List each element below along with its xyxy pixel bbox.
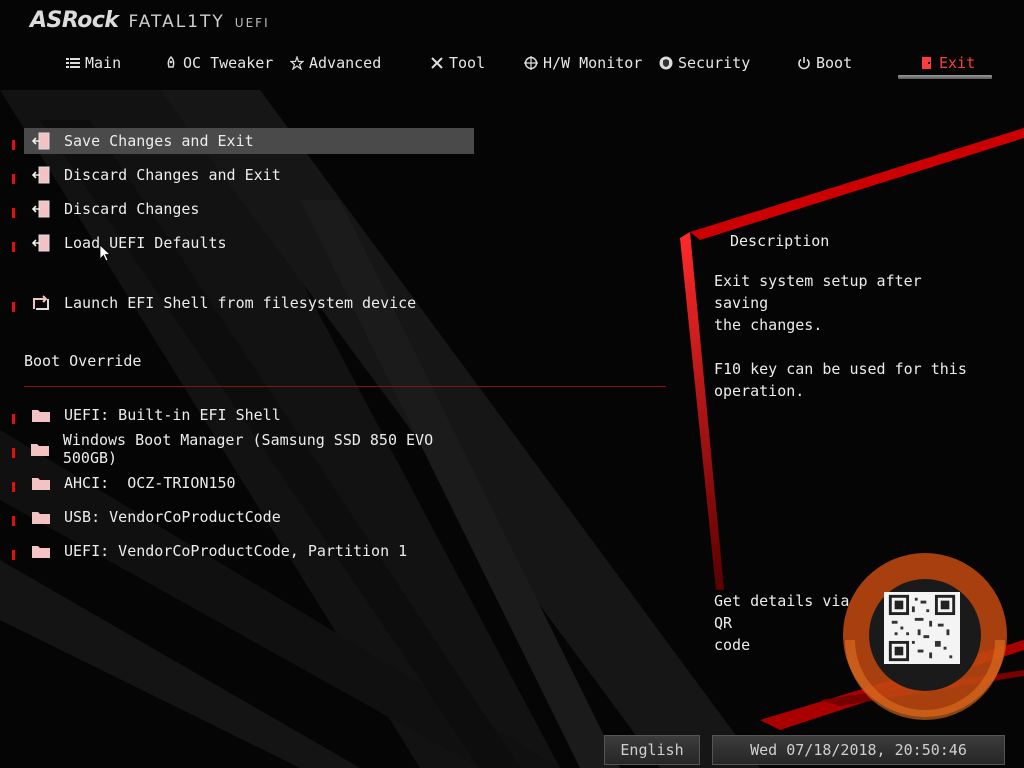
item-marker [12,302,15,312]
product-name: FATAL1TY [128,12,225,32]
section-divider [24,386,666,387]
language-label: English [620,741,684,759]
power-icon [798,57,810,70]
list-icon [66,58,80,68]
boot-item-label: AHCI: OCZ-TRION150 [64,474,236,492]
tab-oc-tweaker-label: OC Tweaker [183,54,274,72]
tab-exit-label: Exit [939,54,976,72]
tab-main[interactable]: Main [66,50,121,76]
menu-item-label: Load UEFI Defaults [64,234,227,252]
exit-door-icon [30,131,52,151]
folder-icon [30,507,52,527]
item-marker [12,516,15,526]
tab-hw-monitor-label: H/W Monitor [543,54,643,72]
boot-item-label: UEFI: VendorCoProductCode, Partition 1 [64,542,408,560]
item-marker [12,174,15,184]
menu-item-label: Discard Changes [64,200,200,218]
boot-override-item[interactable]: Windows Boot Manager (Samsung SSD 850 EV… [12,431,474,467]
save-changes-and-exit[interactable]: Save Changes and Exit [12,128,474,154]
boot-override-item[interactable]: UEFI: Built-in EFI Shell [12,402,474,428]
tab-oc-tweaker[interactable]: OC Tweaker [164,50,273,76]
shield-icon [659,56,673,70]
mouse-pointer-icon [100,245,112,262]
tab-hw-monitor[interactable]: H/W Monitor [524,50,642,76]
tab-tool[interactable]: Tool [430,50,485,76]
exit-door-icon [30,233,52,253]
launch-icon [30,293,52,313]
tab-boot-label: Boot [816,54,853,72]
qr-caption: Get details via QR code [714,592,850,654]
item-marker [12,550,15,560]
active-tab-indicator [898,75,992,79]
menu-item-label: Save Changes and Exit [64,132,254,150]
launch-efi-shell[interactable]: Launch EFI Shell from filesystem device [12,290,474,316]
discard-changes[interactable]: Discard Changes [12,196,474,222]
top-nav: Main OC Tweaker Advanced Tool H/W Monito… [0,50,1024,80]
tab-tool-label: Tool [449,54,486,72]
date-time-display: Wed 07/18/2018, 20:50:46 [712,735,1005,765]
tab-advanced[interactable]: Advanced [290,50,381,76]
item-marker [12,242,15,252]
brand-logo: ASRock FATAL1TY UEFI [30,8,270,38]
discard-changes-and-exit[interactable]: Discard Changes and Exit [12,162,474,188]
load-uefi-defaults[interactable]: Load UEFI Defaults [12,230,474,256]
boot-item-label: Windows Boot Manager (Samsung SSD 850 EV… [62,431,434,467]
menu-item-label: Discard Changes and Exit [64,166,281,184]
exit-door-icon [30,165,52,185]
star-icon [290,56,304,70]
exit-door-icon [922,57,931,69]
tab-security[interactable]: Security [659,50,750,76]
tools-icon [431,57,443,69]
boot-override-item[interactable]: USB: VendorCoProductCode [12,504,474,530]
boot-item-label: UEFI: Built-in EFI Shell [64,406,281,424]
rocket-icon [167,56,175,68]
boot-override-item[interactable]: UEFI: VendorCoProductCode, Partition 1 [12,538,474,564]
exit-door-icon [30,199,52,219]
tab-main-label: Main [85,54,122,72]
brand-name: ASRock [30,8,119,33]
language-selector[interactable]: English [604,735,700,765]
folder-icon [30,473,52,493]
description-title: Description [730,232,830,250]
item-marker [12,140,15,150]
boot-item-label: USB: VendorCoProductCode [64,508,281,526]
description-text: Exit system setup after saving the chang… [714,272,967,400]
item-marker [12,414,15,424]
boot-override-item[interactable]: AHCI: OCZ-TRION150 [12,470,474,496]
tab-boot[interactable]: Boot [797,50,852,76]
qr-code-icon [884,592,960,664]
folder-icon [30,439,51,459]
tab-security-label: Security [678,54,751,72]
tab-exit[interactable]: Exit [920,50,975,76]
folder-icon [30,405,52,425]
uefi-label: UEFI [234,16,270,30]
menu-item-label: Launch EFI Shell from filesystem device [64,294,417,312]
folder-icon [30,541,52,561]
item-marker [12,448,15,458]
item-marker [12,482,15,492]
date-time-label: Wed 07/18/2018, 20:50:46 [750,741,967,759]
tab-advanced-label: Advanced [309,54,382,72]
crosshair-icon [524,56,538,70]
boot-override-title: Boot Override [24,352,142,370]
item-marker [12,208,15,218]
